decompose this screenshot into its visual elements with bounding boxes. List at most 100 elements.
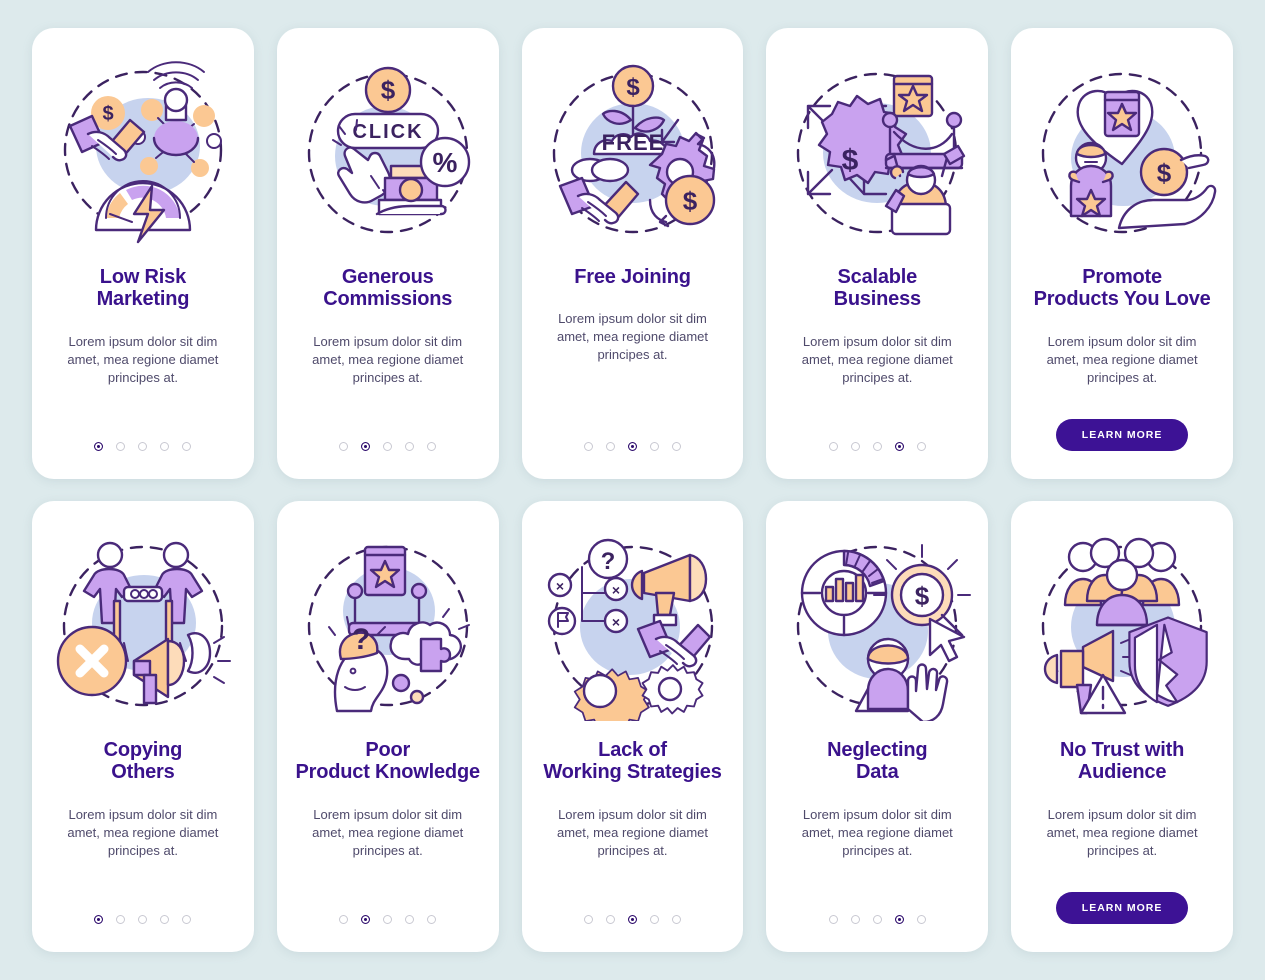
onboarding-card-low-risk-marketing[interactable]: $ Low Risk Marketing Lorem ipsum dolor s… [32, 28, 254, 479]
card-body: Lorem ipsum dolor sit dim amet, mea regi… [312, 333, 464, 385]
pagination-dot-3[interactable] [138, 915, 148, 924]
illustration-confused-head-puzzle-cloud: ? [293, 531, 483, 721]
onboarding-card-copying-others[interactable]: Copying Others Lorem ipsum dolor sit dim… [32, 501, 254, 952]
pagination-dots[interactable] [583, 915, 681, 924]
pagination-dot-3[interactable] [383, 915, 393, 924]
illustration-heart-product-hand-coin: $ [1027, 58, 1217, 248]
learn-more-button[interactable]: LEARN MORE [1055, 419, 1189, 451]
pagination-dot-1[interactable] [583, 915, 593, 924]
illustration-label-percent: % [432, 147, 457, 178]
illustration-label-free: FREE [601, 130, 664, 155]
mistakes-row: Copying Others Lorem ipsum dolor sit dim… [32, 501, 1233, 952]
pagination-dot-4[interactable] [894, 915, 904, 924]
card-title: Free Joining [574, 266, 691, 288]
illustration-scale-gear-banner-person: $ [782, 58, 972, 248]
pagination-dot-3[interactable] [627, 442, 637, 451]
illustration-chart-magnifier-stop-warning: $ [782, 531, 972, 721]
pagination-dot-4[interactable] [405, 915, 415, 924]
card-title: Low Risk Marketing [96, 266, 190, 311]
pagination-dot-4[interactable] [894, 442, 904, 451]
svg-text:$: $ [102, 103, 113, 125]
pagination-dot-5[interactable] [182, 915, 192, 924]
svg-text:$: $ [842, 144, 859, 177]
card-body: Lorem ipsum dolor sit dim amet, mea regi… [801, 806, 953, 858]
pagination-dots[interactable] [94, 442, 192, 451]
pagination-dot-5[interactable] [916, 915, 926, 924]
pagination-dot-2[interactable] [116, 915, 126, 924]
onboarding-card-free-joining[interactable]: $ FREE $ Free Joining Lorem ipsum dolor … [521, 28, 744, 479]
onboarding-card-poor-product-knowledge[interactable]: ? Poor Product Knowledge Lorem ipsum dol… [276, 501, 499, 952]
svg-text:×: × [611, 614, 619, 630]
card-title: No Trust with Audience [1060, 739, 1185, 784]
svg-text:$: $ [915, 581, 930, 611]
card-body: Lorem ipsum dolor sit dim amet, mea regi… [1046, 806, 1198, 858]
pagination-dot-1[interactable] [94, 915, 104, 924]
svg-text:$: $ [626, 74, 640, 101]
pagination-dot-1[interactable] [828, 915, 838, 924]
onboarding-card-scalable-business[interactable]: $ Scalable Business Lorem ipsum dolor si… [766, 28, 989, 479]
card-body: Lorem ipsum dolor sit dim amet, mea regi… [312, 806, 464, 858]
pagination-dot-5[interactable] [671, 915, 681, 924]
pagination-dot-3[interactable] [872, 442, 882, 451]
pagination-dot-1[interactable] [339, 915, 349, 924]
onboarding-card-generous-commissions[interactable]: $ CLICK % Generous Commissions Lorem ips… [276, 28, 499, 479]
pagination-dot-4[interactable] [649, 915, 659, 924]
svg-text:$: $ [1157, 158, 1172, 188]
pagination-dot-2[interactable] [605, 915, 615, 924]
pagination-dots[interactable] [583, 442, 681, 451]
pagination-dot-2[interactable] [361, 442, 371, 451]
pagination-dot-3[interactable] [872, 915, 882, 924]
illustration-label-question: ? [352, 623, 370, 656]
card-title: Copying Others [103, 739, 183, 784]
card-body: Lorem ipsum dolor sit dim amet, mea regi… [556, 806, 708, 858]
pagination-dot-5[interactable] [427, 442, 437, 451]
card-title: Poor Product Knowledge [295, 739, 481, 784]
svg-text:×: × [555, 578, 563, 594]
pagination-dot-3[interactable] [383, 442, 393, 451]
card-body: Lorem ipsum dolor sit dim amet, mea regi… [556, 311, 708, 363]
svg-text:×: × [611, 582, 619, 598]
onboarding-card-no-trust-with-audience[interactable]: No Trust with Audience Lorem ipsum dolor… [1011, 501, 1233, 952]
pagination-dots[interactable] [828, 915, 926, 924]
card-body: Lorem ipsum dolor sit dim amet, mea regi… [67, 806, 219, 858]
pagination-dot-2[interactable] [361, 915, 371, 924]
pagination-dot-5[interactable] [671, 442, 681, 451]
svg-text:$: $ [682, 186, 697, 216]
card-title: Generous Commissions [323, 266, 453, 311]
pagination-dot-4[interactable] [405, 442, 415, 451]
pagination-dot-5[interactable] [182, 442, 192, 451]
illustration-label-click: CLICK [352, 121, 423, 143]
onboarding-card-neglecting-data[interactable]: $ Neglecting Data Lorem ipsum dolor sit [766, 501, 989, 952]
pagination-dot-4[interactable] [160, 915, 170, 924]
pagination-dot-3[interactable] [627, 915, 637, 924]
pagination-dot-5[interactable] [916, 442, 926, 451]
card-body: Lorem ipsum dolor sit dim amet, mea regi… [67, 333, 219, 385]
pagination-dot-1[interactable] [339, 442, 349, 451]
pagination-dot-5[interactable] [427, 915, 437, 924]
card-title: Lack of Working Strategies [543, 739, 722, 784]
onboarding-card-promote-products-you-love[interactable]: $ Promote Products You Love Lorem ipsum … [1011, 28, 1233, 479]
card-title: Scalable Business [833, 266, 922, 311]
pagination-dot-2[interactable] [850, 442, 860, 451]
pagination-dot-2[interactable] [850, 915, 860, 924]
benefits-row: $ Low Risk Marketing Lorem ipsum dolor s… [32, 28, 1233, 479]
pagination-dot-3[interactable] [138, 442, 148, 451]
learn-more-button[interactable]: LEARN MORE [1055, 892, 1189, 924]
pagination-dots[interactable] [94, 915, 192, 924]
onboarding-card-lack-of-working-strategies[interactable]: ? × × × Lack of Working Strategies Lorem… [521, 501, 744, 952]
pagination-dot-2[interactable] [116, 442, 126, 451]
pagination-dot-1[interactable] [583, 442, 593, 451]
card-body: Lorem ipsum dolor sit dim amet, mea regi… [801, 333, 953, 385]
pagination-dots[interactable] [828, 442, 926, 451]
pagination-dot-2[interactable] [605, 442, 615, 451]
card-body: Lorem ipsum dolor sit dim amet, mea regi… [1046, 333, 1198, 385]
illustration-copy-people-cross-megaphone [48, 531, 238, 721]
pagination-dot-4[interactable] [160, 442, 170, 451]
pagination-dots[interactable] [339, 915, 437, 924]
pagination-dots[interactable] [339, 442, 437, 451]
onboarding-screens-board: $ Low Risk Marketing Lorem ipsum dolor s… [0, 0, 1265, 980]
pagination-dot-4[interactable] [649, 442, 659, 451]
pagination-dot-1[interactable] [94, 442, 104, 451]
illustration-free-plant-handshake-gear: $ FREE $ [538, 58, 728, 248]
pagination-dot-1[interactable] [828, 442, 838, 451]
